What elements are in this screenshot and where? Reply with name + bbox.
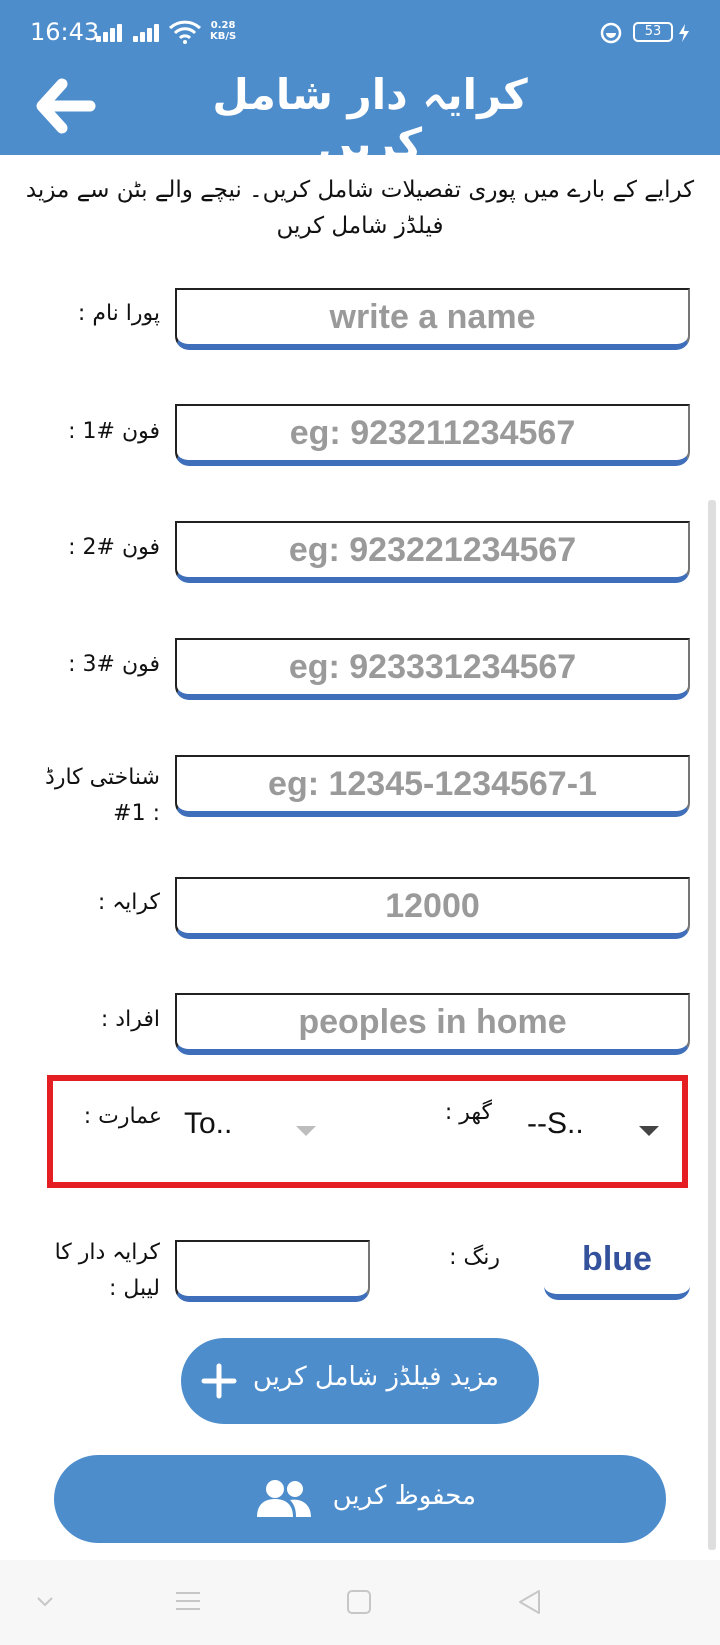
page-title: کرایہ دار شامل کریں [212, 70, 528, 168]
full-name-label: پورا نام : [77, 301, 160, 326]
menu-icon[interactable] [175, 1590, 201, 1612]
house-label: گھر : [444, 1100, 492, 1125]
battery-icon: 53 [633, 22, 673, 42]
phone2-input[interactable] [175, 521, 690, 583]
status-time: 16:43 [30, 18, 100, 46]
building-dropdown[interactable]: To.. [178, 1081, 378, 1181]
building-selected: To.. [184, 1107, 233, 1140]
home-icon[interactable] [346, 1589, 372, 1615]
tenant-label-input[interactable] [175, 1240, 370, 1302]
tenant-label-label: کرایہ دار کا لیبل : [55, 1235, 160, 1307]
wifi-icon [168, 20, 202, 44]
signal-icon [133, 24, 163, 42]
tenant-label-line1: کرایہ دار کا [54, 1240, 160, 1265]
scrollbar[interactable] [708, 500, 716, 1550]
phone1-input[interactable] [175, 404, 690, 466]
app-header: 16:43 0.28 KB/S 53 کرایہ دار شامل کریں [0, 0, 720, 168]
save-button[interactable]: محفوظ کریں [54, 1455, 666, 1543]
add-fields-label: مزید فیلڈز شامل کریں [252, 1362, 499, 1392]
back-arrow-icon[interactable] [36, 78, 96, 134]
color-label: رنگ : [449, 1245, 500, 1270]
house-selected: --S.. [527, 1107, 584, 1140]
building-label: عمارت : [83, 1104, 162, 1129]
members-label: افراد : [100, 1007, 160, 1032]
phone3-label: فون #3 : [68, 652, 160, 677]
house-dropdown[interactable]: --S.. [523, 1081, 683, 1181]
cnic-label-line2: #1 : [113, 801, 160, 826]
system-nav-bar [0, 1560, 720, 1645]
network-speed-value: 0.28 [210, 20, 236, 31]
save-label: محفوظ کریں [332, 1481, 476, 1511]
rent-input[interactable] [175, 877, 690, 939]
signal-icon [96, 24, 126, 42]
phone3-input[interactable] [175, 638, 690, 700]
chevron-down-icon [296, 1126, 316, 1136]
cnic-label-line1: شناختی کارڈ [45, 765, 160, 790]
add-fields-button[interactable]: مزید فیلڈز شامل کریں [181, 1338, 539, 1424]
phone1-label: فون #1 : [68, 419, 160, 444]
charging-icon [679, 24, 689, 42]
full-name-input[interactable] [175, 288, 690, 350]
rent-label: کرایہ : [97, 890, 160, 915]
alarm-icon [600, 22, 622, 44]
network-speed: 0.28 KB/S [210, 20, 236, 42]
phone2-label: فون #2 : [68, 535, 160, 560]
cnic-label: شناختی کارڈ #1 : [45, 760, 160, 832]
tenant-label-line2: لیبل : [108, 1276, 160, 1301]
chevron-down-icon [639, 1126, 659, 1136]
form-description: کرایے کے بارے میں پوری تفصیلات شامل کریں… [25, 177, 695, 239]
chevron-down-icon[interactable] [35, 1595, 55, 1609]
plus-icon [201, 1363, 237, 1399]
people-icon [257, 1480, 311, 1517]
network-speed-unit: KB/S [210, 31, 237, 42]
cnic-input[interactable] [175, 755, 690, 817]
color-picker[interactable]: blue [544, 1228, 690, 1300]
building-house-selector: عمارت : To.. گھر : --S.. [47, 1075, 688, 1188]
members-input[interactable] [175, 993, 690, 1055]
back-icon[interactable] [516, 1588, 542, 1616]
